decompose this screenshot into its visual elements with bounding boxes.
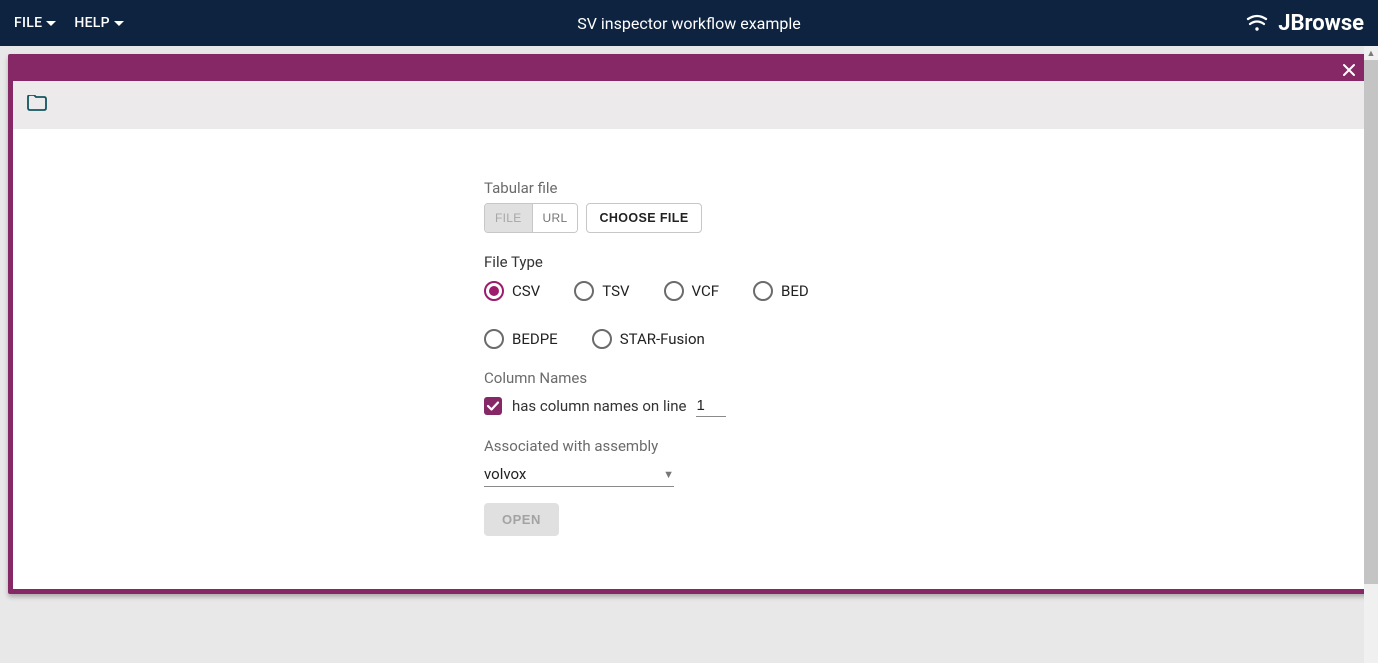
file-type-label: File Type [484, 253, 894, 271]
radio-csv-label: CSV [512, 282, 540, 300]
radio-icon [484, 281, 504, 301]
top-bar: FILE HELP SV inspector workflow example … [0, 0, 1378, 46]
radio-starfusion-label: STAR-Fusion [620, 330, 705, 348]
source-toggle: FILE URL [484, 203, 578, 233]
import-form: Tabular file FILE URL CHOOSE FILE File T… [484, 179, 894, 589]
radio-icon [592, 329, 612, 349]
column-names-label: Column Names [484, 369, 894, 387]
has-column-names-text: has column names on line [512, 397, 686, 415]
radio-icon [753, 281, 773, 301]
scroll-up-icon: ▲ [1364, 46, 1378, 60]
menu-help[interactable]: HELP [74, 15, 124, 31]
radio-vcf-label: VCF [692, 282, 720, 300]
source-url-button[interactable]: URL [532, 204, 578, 232]
radio-csv[interactable]: CSV [484, 281, 540, 301]
column-names-line-input[interactable] [696, 395, 726, 417]
radio-tsv-label: TSV [602, 282, 629, 300]
panel-toolbar [13, 81, 1365, 129]
brand-icon [1244, 13, 1270, 33]
radio-icon [574, 281, 594, 301]
menu-help-label: HELP [74, 15, 110, 31]
assembly-label: Associated with assembly [484, 437, 894, 455]
brand-text: JBrowse [1278, 11, 1364, 36]
radio-icon [484, 329, 504, 349]
radio-bed-label: BED [781, 282, 809, 300]
has-column-names-checkbox[interactable] [484, 397, 502, 415]
open-folder-button[interactable] [27, 95, 47, 115]
chevron-down-icon [46, 15, 56, 31]
source-file-button[interactable]: FILE [485, 204, 532, 232]
close-panel-button[interactable] [1339, 60, 1359, 80]
menu-file[interactable]: FILE [14, 15, 56, 31]
radio-bedpe[interactable]: BEDPE [484, 329, 558, 349]
chevron-down-icon [114, 15, 124, 31]
choose-file-button[interactable]: CHOOSE FILE [586, 203, 701, 233]
radio-starfusion[interactable]: STAR-Fusion [592, 329, 705, 349]
panel-body: Tabular file FILE URL CHOOSE FILE File T… [13, 129, 1365, 589]
file-type-radio-group: CSV TSV VCF BED [484, 281, 894, 349]
tabular-file-label: Tabular file [484, 179, 894, 197]
open-button[interactable]: OPEN [484, 503, 559, 536]
menu-file-label: FILE [14, 15, 42, 31]
radio-vcf[interactable]: VCF [664, 281, 720, 301]
brand: JBrowse [1244, 11, 1364, 36]
radio-bed[interactable]: BED [753, 281, 809, 301]
app-title: SV inspector workflow example [577, 14, 800, 33]
assembly-select[interactable]: volvox ▼ [484, 461, 674, 487]
radio-tsv[interactable]: TSV [574, 281, 629, 301]
assembly-value: volvox [484, 465, 526, 483]
scroll-thumb[interactable] [1364, 60, 1378, 584]
radio-icon [664, 281, 684, 301]
panel-header [13, 59, 1365, 81]
sv-inspector-panel: Tabular file FILE URL CHOOSE FILE File T… [8, 54, 1370, 594]
chevron-down-icon: ▼ [663, 468, 674, 481]
scrollbar[interactable]: ▲ [1364, 46, 1378, 663]
radio-bedpe-label: BEDPE [512, 330, 558, 348]
